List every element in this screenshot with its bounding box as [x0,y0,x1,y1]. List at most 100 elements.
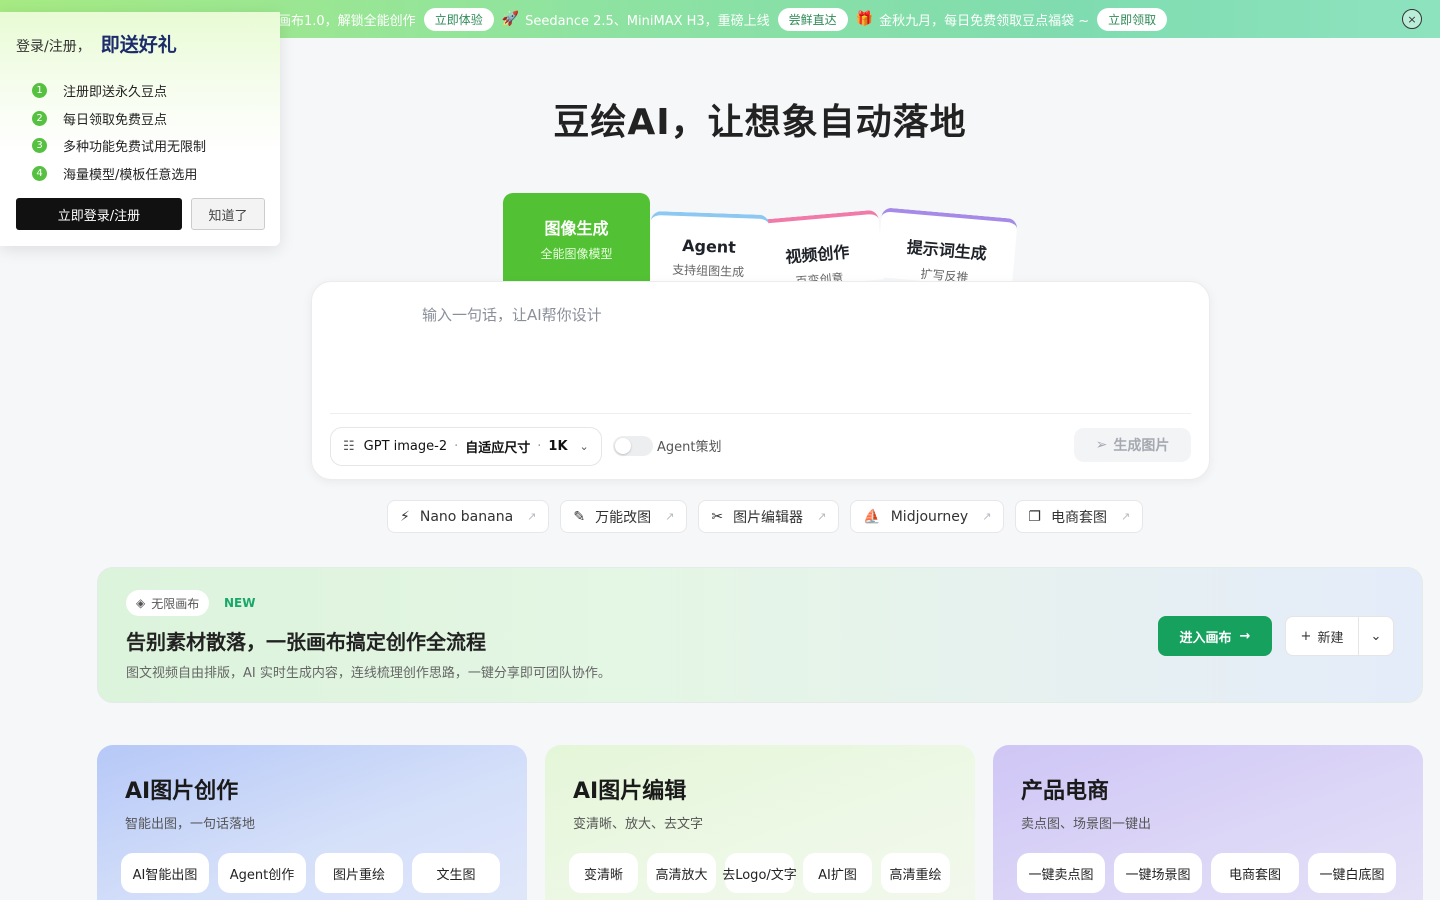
banner-text-seedance: Seedance 2.5、MiniMAX H3，重磅上线 [525,13,770,29]
canvas-title: 告别素材散落，一张画布搞定创作全流程 [126,630,486,654]
tab-video-creation[interactable]: 视频创作 百变创意 [750,209,884,291]
tab-subtitle: 支持组图生成 [671,262,745,280]
model-selector[interactable]: ☷ GPT image-2 · 自适应尺寸 · 1K ⌄ [330,427,602,466]
prompt-divider [330,413,1191,414]
layers-icon: ◈ [136,596,146,610]
plus-icon: + [1300,628,1312,644]
infinite-canvas-banner: ◈ 无限画布 NEW 告别素材散落，一张画布搞定创作全流程 图文视频自由排版，A… [97,567,1423,703]
feature-title: 产品电商 [1021,779,1110,804]
send-icon: ➢ [1095,437,1108,453]
banner-text-gift: 金秋九月，每日免费领取豆点福袋 ~ [879,13,1090,29]
gift-icon: 🎁 [855,11,874,27]
images-icon: ❐ [1028,508,1041,525]
popup-actions: 立即登录/注册 知道了 [16,198,265,230]
chip-universal-edit[interactable]: ✎ 万能改图 ↗ [560,500,688,533]
feature-button[interactable]: 一键场景图 [1114,853,1202,893]
chip-image-editor[interactable]: ✂ 图片编辑器 ↗ [698,500,840,533]
banner-segment-seedance: 🚀 Seedance 2.5、MiniMAX H3，重磅上线 尝鲜直达 [501,7,856,31]
feature-button[interactable]: 高清放大 [647,853,716,893]
chevron-down-icon: ⌄ [579,440,589,453]
arrow-up-right-icon: ↗ [982,510,992,523]
feature-button[interactable]: 高清重绘 [881,853,950,893]
benefit-label: 注册即送永久豆点 [63,85,168,101]
new-canvas-dropdown-chevron-icon[interactable]: ⌄ [1359,629,1393,644]
agent-planning-toggle[interactable] [613,436,653,456]
size-value: 自适应尺寸 [465,441,531,456]
prompt-input[interactable] [422,304,1182,404]
banner-text-canvas: 画布1.0，解锁全能创作 [278,13,416,29]
feature-card-ai-image-creation: AI图片创作 智能出图，一句话落地 AI智能出图 Agent创作 图片重绘 文生… [97,745,527,900]
feature-actions: 一键卖点图 一键场景图 电商套图 一键白底图 [1017,853,1396,893]
generate-label: 生成图片 [1113,438,1170,454]
new-canvas-split-button: + 新建 ⌄ [1285,616,1394,656]
feature-card-ai-image-editing: AI图片编辑 变清晰、放大、去文字 变清晰 高清放大 去Logo/文字 AI扩图… [545,745,975,900]
arrow-up-right-icon: ↗ [1120,510,1131,523]
arrow-right-icon: → [1239,628,1251,644]
feature-button[interactable]: AI扩图 [803,853,872,893]
feature-actions: AI智能出图 Agent创作 图片重绘 文生图 [121,853,500,893]
enter-canvas-button[interactable]: 进入画布 → [1158,616,1272,656]
feature-button[interactable]: 文生图 [412,853,500,893]
feature-subtitle: 变清晰、放大、去文字 [573,817,704,832]
benefit-item: 3 多种功能免费试用无限制 [16,132,264,160]
mode-tabs: 提示词生成 扩写反推 视频创作 百变创意 Agent 支持组图生成 图像生成 全… [503,193,1023,293]
model-name: GPT image-2 [363,439,448,454]
banner-segment-gift: 🎁 金秋九月，每日免费领取豆点福袋 ~ 立即领取 [855,7,1175,31]
rocket-icon: 🚀 [501,11,520,27]
feature-button[interactable]: 一键卖点图 [1017,853,1105,893]
benefit-label: 海量模型/模板任意选用 [63,167,198,183]
feature-button[interactable]: 变清晰 [569,853,638,893]
chip-label: Midjourney [890,508,969,525]
chip-nano-banana[interactable]: ⚡ Nano banana ↗ [387,500,550,533]
banner-claim-button[interactable]: 立即领取 [1097,7,1168,31]
settings-sliders-icon: ☷ [343,439,355,454]
chip-midjourney[interactable]: ⛵ Midjourney ↗ [850,500,1005,533]
chip-ecommerce-set[interactable]: ❐ 电商套图 ↗ [1015,500,1144,533]
banner-early-access-button[interactable]: 尝鲜直达 [777,7,848,31]
feature-button[interactable]: 图片重绘 [315,853,403,893]
feature-subtitle: 智能出图，一句话落地 [125,817,256,832]
popup-title-prefix: 登录/注册， [16,39,91,55]
feature-actions: 变清晰 高清放大 去Logo/文字 AI扩图 高清重绘 [569,853,950,893]
new-canvas-button[interactable]: + 新建 [1286,617,1359,655]
new-tag: NEW [224,596,256,610]
dismiss-button[interactable]: 知道了 [191,198,265,230]
feature-button[interactable]: Agent创作 [218,853,306,893]
login-promo-popup: 登录/注册， 即送好礼 1 注册即送永久豆点 2 每日领取免费豆点 3 多种功能免费试… [0,12,280,246]
chip-label: 万能改图 [595,509,652,526]
tab-agent[interactable]: Agent 支持组图生成 [648,210,770,286]
tab-title: Agent [681,236,737,257]
tab-title: 视频创作 [784,242,851,267]
generate-image-button[interactable]: ➢ 生成图片 [1074,428,1191,462]
canvas-description: 图文视频自由排版，AI 实时生成内容，连线梳理创作思路，一键分享即可团队协作。 [126,666,611,681]
login-register-button[interactable]: 立即登录/注册 [16,198,182,230]
new-canvas-label: 新建 [1317,630,1344,646]
benefit-item: 4 海量模型/模板任意选用 [16,160,264,188]
step-number-icon: 2 [32,110,47,126]
agent-planning-label: Agent策划 [657,440,722,455]
feature-button[interactable]: 电商套图 [1211,853,1299,893]
feature-button[interactable]: 一键白底图 [1308,853,1396,893]
tab-prompt-generation[interactable]: 提示词生成 扩写反推 [876,207,1018,289]
banner-close-icon[interactable]: × [1402,9,1422,29]
benefit-label: 每日领取免费豆点 [63,112,168,128]
chip-label: Nano banana [419,508,514,525]
feature-button[interactable]: AI智能出图 [121,853,209,893]
arrow-up-right-icon: ↗ [817,510,827,523]
canvas-badge-label: 无限画布 [151,596,200,611]
separator-dot: · [454,439,459,454]
tab-subtitle: 全能图像模型 [540,247,613,261]
banner-try-button[interactable]: 立即体验 [423,7,494,31]
feature-subtitle: 卖点图、场景图一键出 [1021,817,1152,832]
step-number-icon: 1 [32,83,47,99]
canvas-badge: ◈ 无限画布 [126,590,210,616]
popup-title: 登录/注册， 即送好礼 [16,30,264,57]
chip-label: 图片编辑器 [733,509,804,526]
feature-title: AI图片创作 [125,779,239,804]
tab-title: 提示词生成 [906,237,988,264]
tab-image-generation[interactable]: 图像生成 全能图像模型 [503,193,650,283]
feature-button[interactable]: 去Logo/文字 [722,853,797,893]
enter-canvas-label: 进入画布 [1179,630,1232,646]
feature-card-product-ecommerce: 产品电商 卖点图、场景图一键出 一键卖点图 一键场景图 电商套图 一键白底图 [993,745,1423,900]
chip-label: 电商套图 [1050,509,1107,526]
